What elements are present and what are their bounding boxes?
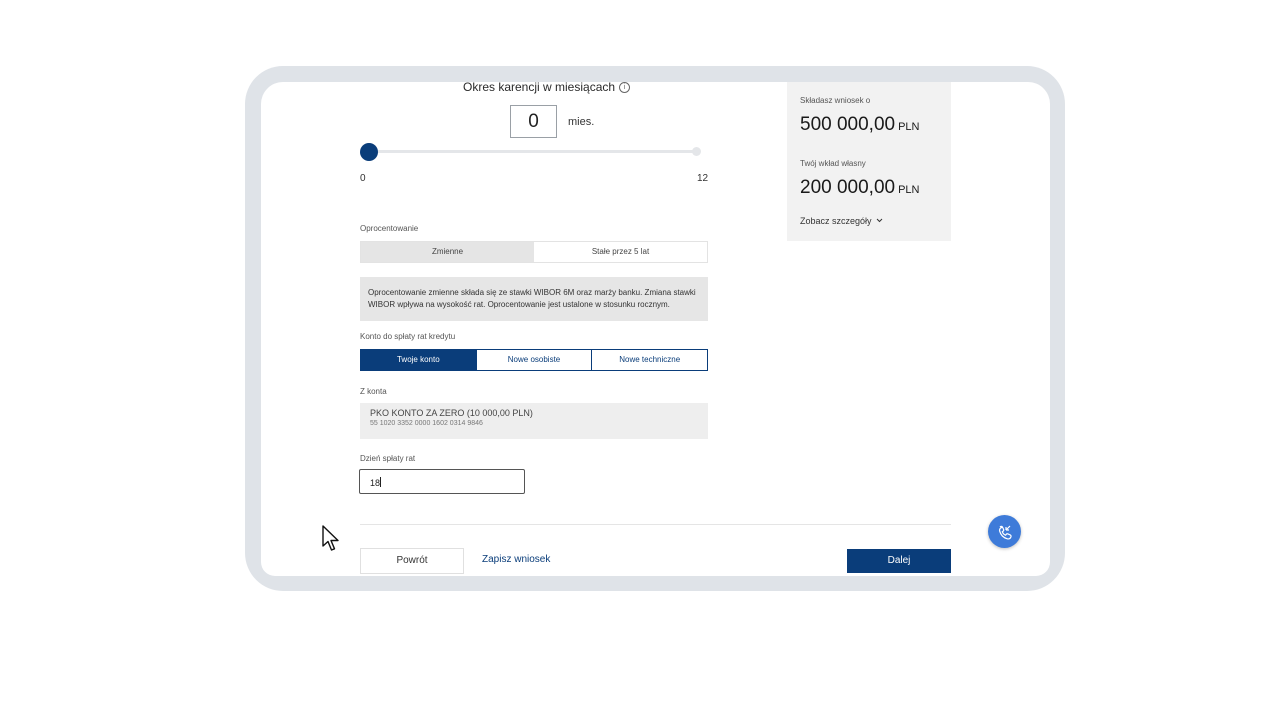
karencja-label: Okres karencji w miesiącach i	[463, 82, 631, 94]
dzien-splaty-label: Dzień spłaty rat	[360, 454, 416, 463]
oprocentowanie-label: Oprocentowanie	[360, 224, 419, 233]
karencja-slider-thumb[interactable]	[360, 143, 378, 161]
dzien-value: 18	[370, 478, 381, 488]
mouse-cursor-icon	[322, 525, 339, 551]
karencja-slider-track[interactable]	[368, 150, 698, 153]
option-nowe-osobiste[interactable]: Nowe osobiste	[475, 350, 592, 370]
tablet-frame: Okres karencji w miesiącach i 0 mies. 0 1…	[245, 66, 1065, 591]
karencja-months-input[interactable]: 0	[510, 105, 557, 138]
text-caret	[380, 477, 382, 487]
save-application-link[interactable]: Zapisz wniosek	[482, 554, 550, 565]
chevron-down-icon	[876, 218, 883, 223]
option-twoje-konto[interactable]: Twoje konto	[361, 350, 476, 370]
own-value: 200 000,00	[800, 177, 896, 198]
divider	[360, 524, 951, 525]
slider-max-label: 12	[697, 173, 709, 184]
konto-toggle: Twoje konto Nowe osobiste Nowe techniczn…	[360, 349, 708, 371]
back-button[interactable]: Powrót	[360, 548, 464, 574]
own-contribution-amount: 200 000,00 PLN	[800, 177, 920, 199]
summary-panel: Składasz wniosek o 500 000,00 PLN Twój wk…	[787, 82, 951, 241]
months-unit: mies.	[568, 116, 595, 128]
option-zmienne[interactable]: Zmienne	[361, 242, 534, 262]
option-stale[interactable]: Stałe przez 5 lat	[534, 242, 707, 262]
account-number: 55 1020 3352 0000 1602 0314 9846	[370, 420, 483, 427]
konto-label: Konto do spłaty rat kredytu	[360, 332, 456, 341]
request-currency: PLN	[898, 121, 920, 133]
own-currency: PLN	[898, 184, 920, 196]
option-nowe-techniczne[interactable]: Nowe techniczne	[591, 350, 707, 370]
request-amount: 500 000,00 PLN	[800, 114, 920, 136]
call-button[interactable]	[988, 515, 1021, 548]
oprocentowanie-toggle: Zmienne Stałe przez 5 lat	[360, 241, 708, 263]
own-contribution-label: Twój wkład własny	[800, 159, 866, 168]
details-link[interactable]: Zobacz szczegóły	[800, 216, 883, 226]
slider-min-label: 0	[360, 173, 366, 184]
slider-end-dot	[692, 147, 701, 156]
z-konta-label: Z konta	[360, 387, 387, 396]
info-icon[interactable]: i	[619, 82, 631, 93]
request-label: Składasz wniosek o	[800, 96, 871, 105]
phone-callback-icon	[999, 525, 1012, 540]
oprocentowanie-info: Oprocentowanie zmienne składa się ze sta…	[360, 277, 708, 321]
account-select[interactable]: PKO KONTO ZA ZERO (10 000,00 PLN) 55 102…	[360, 403, 708, 439]
request-value: 500 000,00	[800, 114, 896, 135]
account-name: PKO KONTO ZA ZERO (10 000,00 PLN)	[370, 408, 533, 418]
dzien-splaty-input[interactable]: 18	[359, 469, 525, 494]
app-screen: Okres karencji w miesiącach i 0 mies. 0 1…	[261, 82, 1050, 576]
next-button[interactable]: Dalej	[847, 549, 951, 573]
